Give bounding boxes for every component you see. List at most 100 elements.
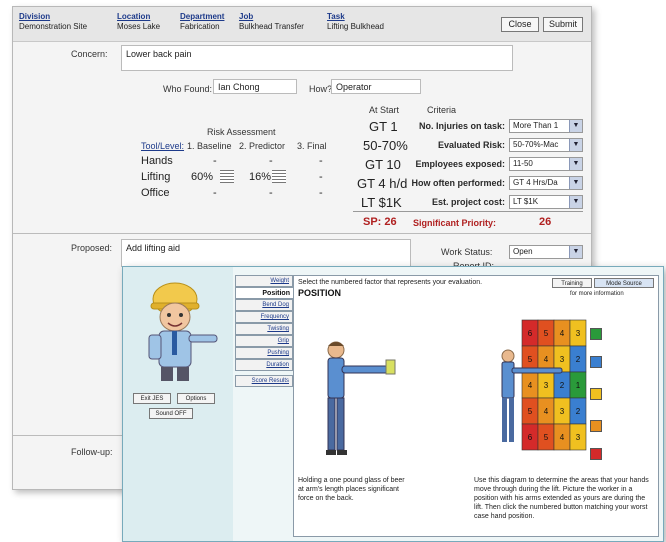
risk-assessment-title: Risk Assessment [207, 127, 276, 137]
chevron-down-icon: ▼ [569, 120, 582, 132]
risk-detail-icon[interactable] [272, 170, 286, 183]
project-cost-select-value: LT $1K [513, 197, 539, 206]
at-start-value: 50-70% [363, 138, 408, 153]
chevron-down-icon: ▼ [569, 196, 582, 208]
injuries-select[interactable]: More Than 1 ▼ [509, 119, 583, 133]
department-value: Fabrication [180, 22, 220, 31]
header-department: Department Fabrication [180, 12, 224, 32]
tab-twisting[interactable]: Twisting [235, 323, 293, 335]
job-link[interactable]: Job [239, 12, 304, 22]
zone-number: 3 [544, 381, 549, 390]
at-start-value: GT 4 h/d [357, 176, 408, 191]
project-cost-select[interactable]: LT $1K ▼ [509, 195, 583, 209]
swatch-level-1[interactable] [590, 328, 602, 340]
how-input[interactable]: Operator [331, 79, 421, 94]
risk-predictor-value[interactable]: 16% [249, 171, 271, 183]
criteria-label-cost: Est. project cost: [431, 197, 505, 207]
follow-up-label: Follow-up: [71, 447, 113, 457]
location-value: Moses Lake [117, 22, 161, 31]
header-division: Division Demonstration Site [19, 12, 87, 32]
chevron-down-icon: ▼ [569, 246, 582, 258]
glass-caption: Holding a one pound glass of beer at arm… [298, 477, 405, 502]
task-link[interactable]: Task [327, 12, 384, 22]
zone-number: 3 [576, 329, 581, 338]
zone-number: 5 [544, 329, 549, 338]
task-value: Lifting Bulkhead [327, 22, 384, 31]
concern-input[interactable]: Lower back pain [121, 45, 513, 71]
header-location: Location Moses Lake [117, 12, 160, 32]
zone-number: 3 [560, 355, 565, 364]
chevron-down-icon: ▼ [569, 158, 582, 170]
zone-number: 4 [560, 433, 565, 442]
swatch-level-4[interactable] [590, 420, 602, 432]
tab-pushing[interactable]: Pushing [235, 347, 293, 359]
criteria-label-injuries: No. Injuries on task: [418, 121, 505, 131]
employees-exposed-select-value: 11-50 [513, 159, 533, 168]
work-status-label: Work Status: [441, 247, 493, 257]
swatch-level-5[interactable] [590, 448, 602, 460]
diagram-caption: Use this diagram to determine the areas … [474, 477, 649, 520]
department-link[interactable]: Department [180, 12, 224, 22]
zone-number: 2 [576, 407, 581, 416]
tab-frequency[interactable]: Frequency [235, 311, 293, 323]
zone-number: 2 [576, 355, 581, 364]
how-label: How? [309, 84, 333, 94]
risk-predictor-value: - [269, 155, 273, 167]
score-results-button[interactable]: Score Results [235, 375, 293, 387]
risk-row-name: Office [141, 187, 170, 199]
significant-priority-value: 26 [539, 216, 552, 228]
zone-number: 2 [560, 381, 565, 390]
tool-level-link[interactable]: Tool/Level: [141, 141, 184, 151]
concern-label: Concern: [71, 49, 108, 59]
risk-column-final: 3. Final [297, 141, 327, 151]
swatch-level-3[interactable] [590, 388, 602, 400]
tab-weight[interactable]: Weight [235, 275, 293, 287]
injuries-select-value: More Than 1 [513, 121, 559, 130]
evaluated-risk-select-value: 50-70%-Mac [513, 140, 559, 149]
risk-row-name: Lifting [141, 171, 171, 183]
frequency-select[interactable]: GT 4 Hrs/Da ▼ [509, 176, 583, 190]
criteria-label-employees: Employees exposed: [415, 159, 505, 169]
zone-grid[interactable]: 6 5 4 3 5 4 3 2 4 3 2 1 5 4 3 2 6 5 4 3 [521, 319, 587, 451]
sound-toggle-button[interactable]: Sound OFF [149, 408, 193, 419]
risk-predictor-value: - [269, 187, 273, 199]
division-link[interactable]: Division [19, 12, 87, 22]
risk-baseline-value[interactable]: 60% [191, 171, 213, 183]
work-status-select[interactable]: Open ▼ [509, 245, 583, 259]
location-link[interactable]: Location [117, 12, 160, 22]
exit-jes-button[interactable]: Exit JES [133, 393, 171, 404]
risk-row-name: Hands [141, 155, 173, 167]
risk-baseline-value: - [213, 187, 217, 199]
tab-bend-dog[interactable]: Bend Dog [235, 299, 293, 311]
zone-number: 3 [560, 407, 565, 416]
risk-detail-icon[interactable] [220, 170, 234, 183]
tab-grip[interactable]: Grip [235, 335, 293, 347]
who-found-input[interactable]: Ian Chong [213, 79, 297, 94]
options-button[interactable]: Options [177, 393, 215, 404]
close-button[interactable]: Close [501, 17, 539, 32]
at-start-value: GT 10 [365, 157, 401, 172]
risk-column-baseline: 1. Baseline [187, 141, 232, 151]
position-zone-diagram[interactable]: 6 5 4 3 5 4 3 2 4 3 2 1 5 4 3 2 6 5 4 3 [490, 316, 590, 466]
more-info-subtext: for more information [570, 291, 624, 297]
more-info-button[interactable]: Mode Source [594, 278, 654, 288]
zone-number: 5 [544, 433, 549, 442]
swatch-level-2[interactable] [590, 356, 602, 368]
risk-final-value: - [319, 155, 323, 167]
zone-number: 4 [544, 407, 549, 416]
criteria-label: Criteria [427, 105, 457, 115]
tab-duration[interactable]: Duration [235, 359, 293, 371]
employees-exposed-select[interactable]: 11-50 ▼ [509, 157, 583, 171]
tab-position[interactable]: Position [235, 287, 293, 299]
submit-button[interactable]: Submit [543, 17, 583, 32]
proposed-input[interactable]: Add lifting aid [121, 239, 411, 267]
job-evaluator-window: Exit JES Options Sound OFF Weight Positi… [122, 266, 664, 542]
zone-number: 5 [528, 355, 533, 364]
divider [353, 211, 583, 212]
panel-title: POSITION [298, 288, 342, 298]
zone-number: 1 [576, 381, 581, 390]
zone-number: 5 [528, 407, 533, 416]
training-button[interactable]: Training [552, 278, 592, 288]
risk-baseline-value: - [213, 155, 217, 167]
evaluated-risk-select[interactable]: 50-70%-Mac ▼ [509, 138, 583, 152]
